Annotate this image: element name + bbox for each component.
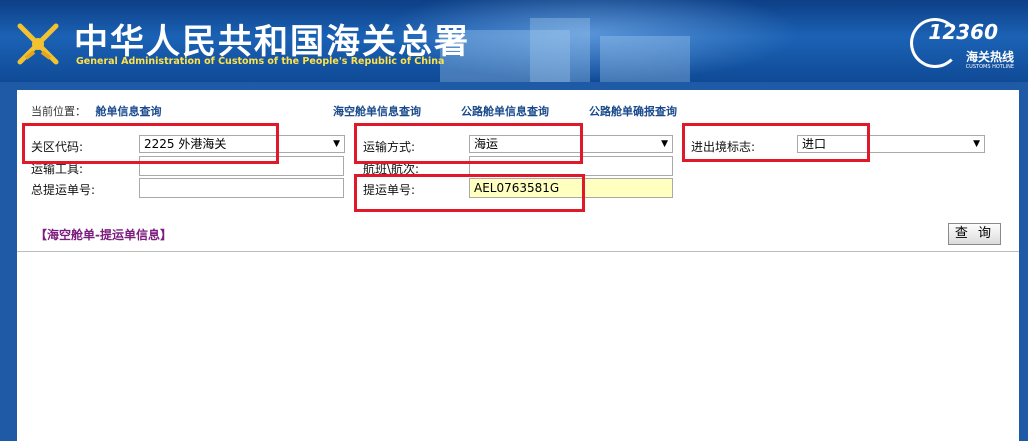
header-banner: 中华人民共和国海关总署 General Administration of Cu… [0, 0, 1028, 82]
breadcrumb-current: 舱单信息查询 [95, 105, 162, 118]
query-button[interactable]: 查 询 [948, 223, 1001, 245]
banner-building [600, 36, 690, 82]
io-flag-value: 进口 [802, 137, 827, 151]
io-flag-select[interactable]: 进口 ▼ [797, 135, 985, 153]
customs-code-value: 2225 外港海关 [144, 137, 227, 151]
hotline-number: 12360 [928, 20, 998, 44]
io-flag-label: 进出境标志: [691, 140, 756, 154]
customs-emblem-icon [17, 23, 59, 65]
bill-label: 提运单号: [363, 183, 416, 197]
link-air-sea-manifest[interactable]: 海空舱单信息查询 [333, 103, 421, 119]
customs-code-select[interactable]: 2225 外港海关 ▼ [139, 135, 345, 153]
hotline-logo: 12360 海关热线 CUSTOMS HOTLINE [908, 16, 1018, 72]
link-road-manifest[interactable]: 公路舱单信息查询 [461, 103, 549, 119]
voyage-label: 航班\航次: [363, 162, 420, 176]
hotline-label-en: CUSTOMS HOTLINE [965, 64, 1014, 70]
divider [17, 251, 1019, 252]
vehicle-input[interactable] [139, 156, 344, 176]
site-subtitle: General Administration of Customs of the… [76, 56, 445, 67]
master-bill-label: 总提运单号: [31, 183, 96, 197]
main-panel: 当前位置： 舱单信息查询 海空舱单信息查询 公路舱单信息查询 公路舱单确报查询 … [17, 90, 1019, 441]
section-title: 【海空舱单-提运单信息】 [35, 228, 172, 242]
master-bill-input[interactable] [139, 178, 344, 198]
chevron-down-icon: ▼ [333, 139, 340, 149]
transport-mode-label: 运输方式: [363, 140, 416, 154]
link-road-manifest-confirm[interactable]: 公路舱单确报查询 [589, 103, 677, 119]
vehicle-label: 运输工具: [31, 162, 84, 176]
chevron-down-icon: ▼ [973, 139, 980, 149]
breadcrumb: 当前位置： 舱单信息查询 [31, 103, 162, 119]
transport-mode-value: 海运 [474, 137, 499, 151]
voyage-input[interactable] [469, 156, 673, 176]
banner-building [530, 18, 590, 82]
hotline-label: 海关热线 [965, 50, 1014, 64]
transport-mode-select[interactable]: 海运 ▼ [469, 135, 673, 153]
breadcrumb-label: 当前位置： [31, 105, 86, 118]
chevron-down-icon: ▼ [661, 139, 668, 149]
bill-input[interactable]: AEL0763581G [469, 178, 673, 198]
customs-code-label: 关区代码: [31, 140, 84, 154]
